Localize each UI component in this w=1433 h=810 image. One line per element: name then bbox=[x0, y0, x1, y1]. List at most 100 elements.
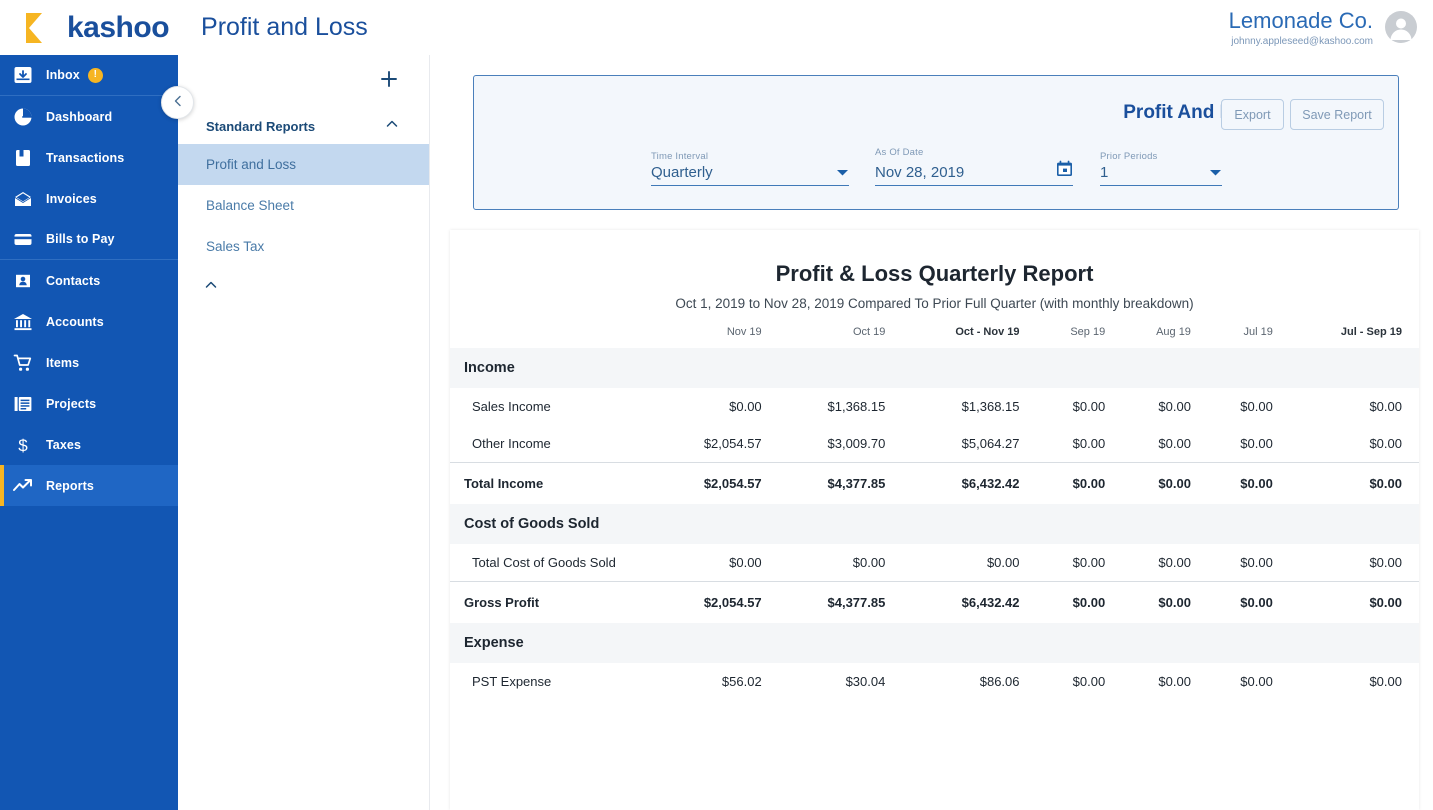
taxes-dollar-icon: $ bbox=[0, 435, 46, 455]
inbox-icon bbox=[0, 65, 46, 85]
table-total-row: Gross Profit $2,054.57 $4,377.85 $6,432.42 $… bbox=[450, 581, 1419, 623]
company-email: johnny.appleseed@kashoo.com bbox=[1231, 35, 1373, 47]
row-label: Total Cost of Goods Sold bbox=[472, 555, 616, 570]
row-label: Total Income bbox=[450, 462, 655, 504]
prior-periods-field[interactable]: Prior Periods 1 bbox=[1100, 151, 1222, 186]
table-cell: $6,432.42 bbox=[902, 581, 1037, 623]
table-cell: $0.00 bbox=[1207, 581, 1290, 623]
reports-subpanel: Standard Reports Profit and Loss Balance… bbox=[178, 55, 430, 810]
table-cell: $0.00 bbox=[1240, 436, 1273, 451]
as-of-date-value: Nov 28, 2019 bbox=[875, 164, 965, 181]
table-cell bbox=[1036, 504, 1123, 544]
svg-text:$: $ bbox=[18, 436, 28, 455]
table-column-header: Jul - Sep 19 bbox=[1340, 326, 1402, 338]
table-cell: $0.00 bbox=[1289, 581, 1419, 623]
invoices-envelope-icon bbox=[0, 189, 46, 209]
sidebar-item-label: Inbox bbox=[46, 68, 80, 82]
sidebar-item-invoices[interactable]: Invoices bbox=[0, 178, 178, 219]
table-cell: $86.06 bbox=[979, 674, 1020, 689]
table-cell: $2,054.57 bbox=[703, 436, 762, 451]
standard-reports-group-header[interactable]: Standard Reports bbox=[178, 108, 429, 144]
table-cell: $30.04 bbox=[845, 674, 886, 689]
table-header-label-col bbox=[450, 326, 655, 348]
table-section-header-row: Expense bbox=[450, 623, 1419, 663]
report-title: Profit & Loss Quarterly Report bbox=[775, 261, 1094, 286]
table-total-row: Total Income $2,054.57 $4,377.85 $6,432.42 $… bbox=[450, 462, 1419, 504]
time-interval-field[interactable]: Time Interval Quarterly bbox=[651, 151, 849, 186]
table-header-row: Nov 19 Oct 19 Oct - Nov 19 Sep 19 Aug 19 Jul … bbox=[450, 326, 1419, 348]
table-row: Other Income $2,054.57 $3,009.70 $5,064.27 $… bbox=[450, 425, 1419, 463]
row-label: PST Expense bbox=[472, 674, 552, 689]
row-label: Cost of Goods Sold bbox=[450, 504, 655, 544]
sidebar-item-contacts[interactable]: Contacts bbox=[0, 260, 178, 301]
sidebar-item-label: Taxes bbox=[46, 437, 82, 452]
main-content: Profit And Loss Export Save Report Time … bbox=[430, 55, 1433, 810]
table-cell: $3,009.70 bbox=[827, 436, 886, 451]
table-cell bbox=[655, 504, 779, 544]
table-row: PST Expense $56.02 $30.04 $86.06 $0.00 $0.00 $… bbox=[450, 663, 1419, 700]
chevron-up-icon[interactable] bbox=[385, 117, 399, 136]
table-column-header: Oct 19 bbox=[852, 326, 886, 338]
table-cell: $0.00 bbox=[1122, 581, 1208, 623]
table-cell: $0.00 bbox=[1369, 555, 1402, 570]
report-heading: Profit & Loss Quarterly Report Oct 1, 20… bbox=[450, 230, 1419, 311]
subpanel-footer-collapse[interactable] bbox=[178, 267, 429, 297]
app-logo[interactable]: kashoo bbox=[22, 10, 170, 46]
table-cell: $4,377.85 bbox=[778, 581, 903, 623]
table-cell: $0.00 bbox=[1369, 399, 1402, 414]
subpanel-item-profit-and-loss[interactable]: Profit and Loss bbox=[178, 144, 429, 185]
plus-icon[interactable] bbox=[379, 69, 399, 94]
user-avatar-icon[interactable] bbox=[1385, 11, 1417, 44]
row-label: Gross Profit bbox=[450, 581, 655, 623]
sidebar-item-reports[interactable]: Reports bbox=[0, 465, 178, 506]
primary-sidebar: Inbox ! Dashboard Transactions Invoices bbox=[0, 55, 178, 810]
accounts-bank-icon bbox=[0, 312, 46, 332]
sidebar-item-bills-to-pay[interactable]: Bills to Pay bbox=[0, 219, 178, 260]
chevron-up-icon[interactable] bbox=[204, 279, 218, 296]
reports-trend-icon bbox=[0, 476, 46, 496]
table-cell bbox=[778, 504, 903, 544]
sidebar-item-label: Transactions bbox=[46, 150, 125, 165]
sidebar-item-projects[interactable]: Projects bbox=[0, 383, 178, 424]
table-cell: $1,368.15 bbox=[827, 399, 886, 414]
chevron-down-icon[interactable] bbox=[1209, 164, 1222, 182]
subpanel-item-balance-sheet[interactable]: Balance Sheet bbox=[178, 185, 429, 226]
table-cell: $0.00 bbox=[1158, 436, 1191, 451]
export-button[interactable]: Export bbox=[1221, 99, 1284, 130]
table-cell: $2,054.57 bbox=[655, 462, 779, 504]
table-cell bbox=[1036, 623, 1123, 663]
table-cell: $0.00 bbox=[1036, 462, 1123, 504]
table-cell bbox=[902, 348, 1037, 388]
sidebar-item-accounts[interactable]: Accounts bbox=[0, 301, 178, 342]
sidebar-item-transactions[interactable]: Transactions bbox=[0, 137, 178, 178]
save-report-button[interactable]: Save Report bbox=[1290, 99, 1384, 130]
company-info[interactable]: Lemonade Co. johnny.appleseed@kashoo.com bbox=[1229, 8, 1373, 46]
sidebar-item-items[interactable]: Items bbox=[0, 342, 178, 383]
table-cell: $4,377.85 bbox=[778, 462, 903, 504]
sidebar-item-inbox[interactable]: Inbox ! bbox=[0, 55, 178, 96]
sidebar-item-label: Projects bbox=[46, 396, 97, 411]
chevron-down-icon[interactable] bbox=[836, 164, 849, 182]
table-cell bbox=[902, 623, 1037, 663]
calendar-icon[interactable] bbox=[1056, 160, 1073, 182]
table-cell: $0.00 bbox=[852, 555, 886, 570]
profit-loss-table: Nov 19 Oct 19 Oct - Nov 19 Sep 19 Aug 19 Jul … bbox=[450, 326, 1419, 700]
subpanel-item-sales-tax[interactable]: Sales Tax bbox=[178, 226, 429, 267]
table-cell: $56.02 bbox=[721, 674, 762, 689]
chevron-left-icon bbox=[172, 94, 184, 112]
table-cell bbox=[778, 348, 903, 388]
table-cell bbox=[1122, 504, 1208, 544]
table-body: Income Sales Income $0.00 $1,368.15 $1,368.1… bbox=[450, 348, 1419, 700]
page-title: Profit and Loss bbox=[201, 13, 368, 41]
table-cell: $6,432.42 bbox=[902, 462, 1037, 504]
table-cell: $1,368.15 bbox=[961, 399, 1020, 414]
table-column-header: Nov 19 bbox=[726, 326, 762, 338]
table-header: Nov 19 Oct 19 Oct - Nov 19 Sep 19 Aug 19 Jul … bbox=[450, 326, 1419, 348]
sidebar-item-taxes[interactable]: $ Taxes bbox=[0, 424, 178, 465]
table-cell bbox=[1207, 623, 1290, 663]
row-label: Sales Income bbox=[472, 399, 551, 414]
sidebar-collapse-button[interactable] bbox=[161, 86, 194, 119]
sidebar-item-dashboard[interactable]: Dashboard bbox=[0, 96, 178, 137]
as-of-date-field[interactable]: As Of Date Nov 28, 2019 bbox=[875, 147, 1073, 186]
table-cell bbox=[902, 504, 1037, 544]
